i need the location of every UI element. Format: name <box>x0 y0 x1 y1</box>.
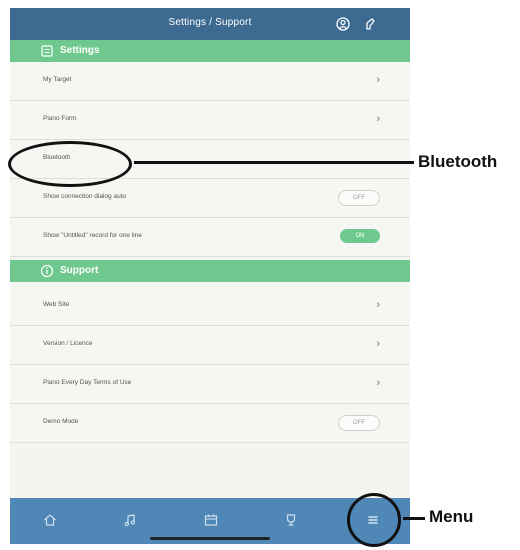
menu-callout-circle <box>347 493 401 547</box>
home-icon[interactable] <box>42 512 58 528</box>
home-indicator <box>150 537 270 540</box>
profile-icon[interactable] <box>335 16 351 32</box>
chevron-right-icon: › <box>376 299 380 311</box>
section-label: Support <box>60 265 99 276</box>
support-row-version-licence[interactable]: Version / Licence › <box>10 326 410 365</box>
row-label: Version / Licence <box>43 340 93 347</box>
chevron-right-icon: › <box>376 377 380 389</box>
bluetooth-callout-label: Bluetooth <box>418 152 498 171</box>
app-screen: Settings / Support Settings My Target › … <box>10 8 410 544</box>
support-row-web-site[interactable]: Web Site › <box>10 287 410 326</box>
settings-row-my-target[interactable]: My Target › <box>10 62 410 101</box>
chevron-right-icon: › <box>376 338 380 350</box>
info-icon <box>40 264 54 278</box>
bluetooth-callout-line <box>134 161 414 164</box>
settings-row-piano-form[interactable]: Piano Form › <box>10 101 410 140</box>
trophy-icon[interactable] <box>283 512 299 528</box>
tuner-icon[interactable] <box>362 16 378 32</box>
settings-section-header: Settings <box>10 40 410 62</box>
row-label: Show "Untitled" record for one line <box>43 232 142 239</box>
row-label: Piano Form <box>43 115 77 122</box>
section-label: Settings <box>60 45 100 56</box>
chevron-right-icon: › <box>376 74 380 86</box>
chevron-right-icon: › <box>376 113 380 125</box>
top-bar: Settings / Support <box>10 8 410 40</box>
music-note-icon[interactable] <box>122 512 138 528</box>
row-label: Demo Mode <box>43 418 79 425</box>
support-section-header: Support <box>10 260 410 282</box>
menu-callout-line <box>403 517 425 520</box>
settings-row-untitled-record: Show "Untitled" record for one line ON <box>10 218 410 257</box>
gear-icon <box>40 44 54 58</box>
row-label: My Target <box>43 76 72 83</box>
calendar-icon[interactable] <box>203 512 219 528</box>
support-row-demo-mode: Demo Mode OFF <box>10 404 410 443</box>
row-label: Show connection dialog auto <box>43 193 127 200</box>
bluetooth-callout-circle <box>8 141 132 187</box>
untitled-record-toggle[interactable]: ON <box>340 229 380 243</box>
row-label: Web Site <box>43 301 70 308</box>
support-row-terms-of-use[interactable]: Piano Every Day Terms of Use › <box>10 365 410 404</box>
demo-mode-toggle[interactable]: OFF <box>338 415 380 431</box>
row-label: Piano Every Day Terms of Use <box>43 379 132 386</box>
menu-callout-label: Menu <box>429 507 474 526</box>
connection-dialog-toggle[interactable]: OFF <box>338 190 380 206</box>
